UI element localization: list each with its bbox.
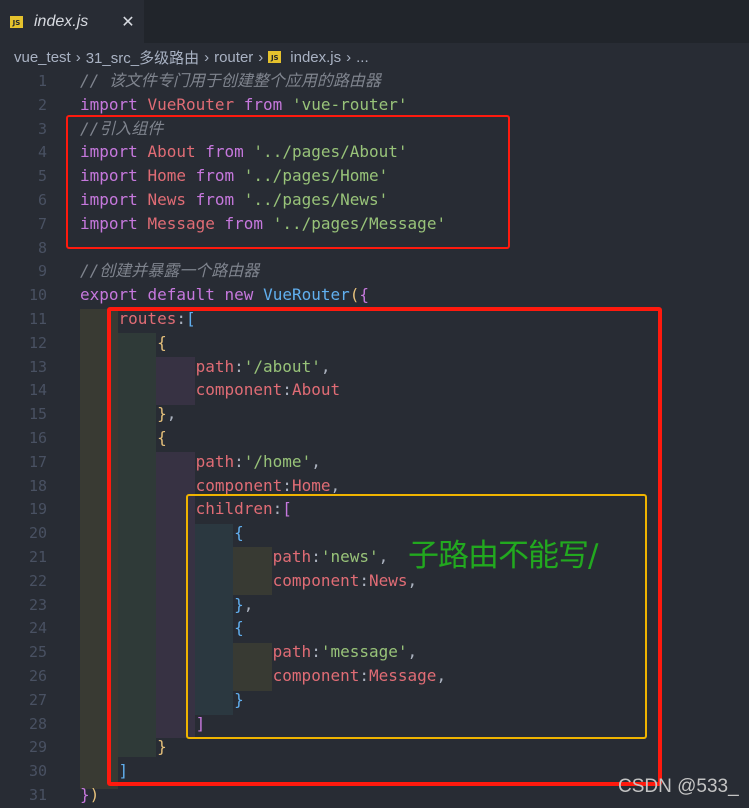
- line-number: 20: [28, 524, 47, 543]
- tab-title: index.js: [34, 12, 89, 30]
- code-line[interactable]: 9 //创建并暴露一个路由器: [0, 259, 749, 283]
- breadcrumb: vue_test › 31_src_多级路由 › router › JS ind…: [14, 45, 369, 69]
- annotation-text: 子路由不能写/: [408, 538, 598, 574]
- code-token: from: [243, 94, 283, 114]
- line-number: 8: [37, 238, 47, 257]
- line-number: 13: [28, 357, 47, 376]
- line-number: 2: [37, 95, 47, 114]
- import-highlight-box: [66, 115, 510, 249]
- line-number: 23: [28, 595, 47, 614]
- code-text: }): [80, 783, 99, 807]
- code-token: (: [349, 285, 360, 305]
- line-number: 31: [28, 786, 47, 804]
- line-number: 24: [28, 619, 47, 638]
- line-number: 5: [37, 167, 47, 186]
- code-text: export default new VueRouter({: [80, 283, 369, 307]
- breadcrumb-item-folder[interactable]: 31_src_多级路由: [86, 47, 199, 68]
- line-number: 26: [28, 667, 47, 685]
- line-number: 22: [28, 571, 47, 590]
- code-text: // 该文件专门用于创建整个应用的路由器: [80, 69, 381, 93]
- line-number: 4: [37, 143, 47, 162]
- chevron-right-icon: ›: [346, 48, 352, 66]
- line-number: 10: [28, 286, 47, 305]
- code-token: VueRouter: [147, 94, 235, 114]
- code-token: //创建并暴露一个路由器: [80, 261, 260, 281]
- code-token: {: [359, 285, 370, 305]
- line-number: 28: [28, 714, 47, 733]
- line-number: 30: [28, 762, 47, 781]
- tab-index-js[interactable]: JS index.js ✕: [0, 0, 144, 43]
- line-number: 16: [28, 429, 47, 447]
- breadcrumb-item-symbols[interactable]: ...: [356, 49, 369, 66]
- code-line[interactable]: 10 export default new VueRouter({: [0, 283, 749, 307]
- line-number: 18: [28, 476, 47, 495]
- code-token: }: [80, 785, 90, 804]
- js-file-icon: JS: [10, 15, 23, 28]
- js-file-icon: JS: [268, 51, 282, 63]
- line-number: 3: [37, 119, 47, 138]
- code-token: VueRouter: [263, 285, 350, 305]
- line-number: 15: [28, 405, 47, 424]
- watermark: CSDN @533_: [618, 776, 739, 797]
- code-line[interactable]: 2 import VueRouter from 'vue-router': [0, 93, 749, 117]
- breadcrumb-item-file[interactable]: index.js: [290, 49, 341, 66]
- code-token: import: [80, 94, 138, 114]
- chevron-right-icon: ›: [204, 48, 210, 66]
- line-number: 7: [37, 214, 47, 233]
- line-number: 25: [28, 643, 47, 662]
- line-number: 29: [28, 738, 47, 757]
- line-number: 11: [28, 310, 47, 328]
- code-token: new: [224, 285, 254, 305]
- line-number: 21: [28, 548, 47, 566]
- breadcrumb-item-vue-test[interactable]: vue_test: [14, 49, 71, 66]
- line-number: 12: [28, 333, 47, 352]
- code-text: import VueRouter from 'vue-router': [80, 93, 408, 117]
- line-number: 1: [37, 72, 47, 90]
- line-number: 9: [37, 262, 47, 281]
- tab-bar: JS index.js ✕: [0, 0, 749, 43]
- line-number: 19: [28, 500, 47, 519]
- line-number: 17: [28, 452, 47, 471]
- close-icon[interactable]: ✕: [121, 12, 134, 31]
- code-token: 'vue-router': [291, 94, 408, 114]
- chevron-right-icon: ›: [75, 48, 81, 66]
- code-token: // 该文件专门用于创建整个应用的路由器: [80, 71, 381, 90]
- code-token: ): [89, 785, 100, 804]
- line-number: 14: [28, 381, 47, 400]
- code-token: export: [80, 285, 138, 305]
- chevron-right-icon: ›: [258, 48, 264, 66]
- line-number: 27: [28, 690, 47, 709]
- code-line[interactable]: 1 // 该文件专门用于创建整个应用的路由器: [0, 69, 749, 93]
- code-token: default: [147, 285, 215, 305]
- breadcrumb-item-router[interactable]: router: [214, 49, 253, 66]
- code-text: //创建并暴露一个路由器: [80, 259, 259, 283]
- line-number: 6: [37, 191, 47, 209]
